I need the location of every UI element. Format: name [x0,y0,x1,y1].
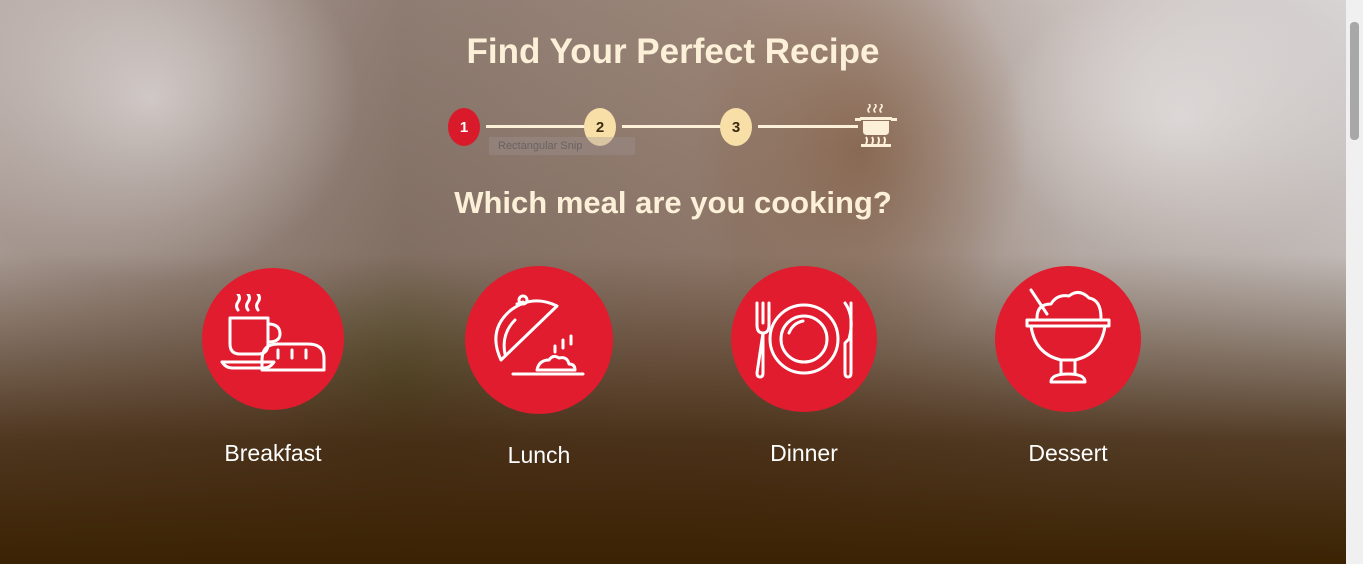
meal-label-lunch[interactable]: Lunch [459,442,619,469]
meal-label-dessert[interactable]: Dessert [988,440,1148,467]
meal-question: Which meal are you cooking? [454,185,892,220]
scrollbar-thumb[interactable] [1350,22,1359,140]
cooking-pot-icon [855,104,897,147]
lunch-circle[interactable] [465,266,613,414]
step-1[interactable]: 1 [448,108,480,146]
meal-option-dessert[interactable]: Dessert [988,266,1148,467]
dessert-ice-cream-cup-icon [1025,288,1111,384]
step-3[interactable]: 3 [720,108,752,146]
meal-option-lunch[interactable]: Lunch [459,266,619,469]
dinner-circle[interactable] [731,266,877,412]
meal-label-breakfast[interactable]: Breakfast [193,440,353,467]
meal-label-dinner[interactable]: Dinner [724,440,884,467]
snip-tooltip: Rectangular Snip [489,137,635,155]
breakfast-coffee-bread-icon [220,294,326,372]
vertical-scrollbar[interactable] [1346,0,1363,564]
breakfast-circle[interactable] [202,268,344,410]
step-connector [758,125,858,128]
dessert-circle[interactable] [995,266,1141,412]
step-connector [486,125,586,128]
lunch-cloche-dish-icon [494,294,585,376]
step-connector [622,125,722,128]
meal-option-breakfast[interactable]: Breakfast [193,266,353,467]
meal-option-dinner[interactable]: Dinner [724,266,884,467]
dinner-plate-cutlery-icon [755,301,853,379]
page-title: Find Your Perfect Recipe [466,32,880,71]
